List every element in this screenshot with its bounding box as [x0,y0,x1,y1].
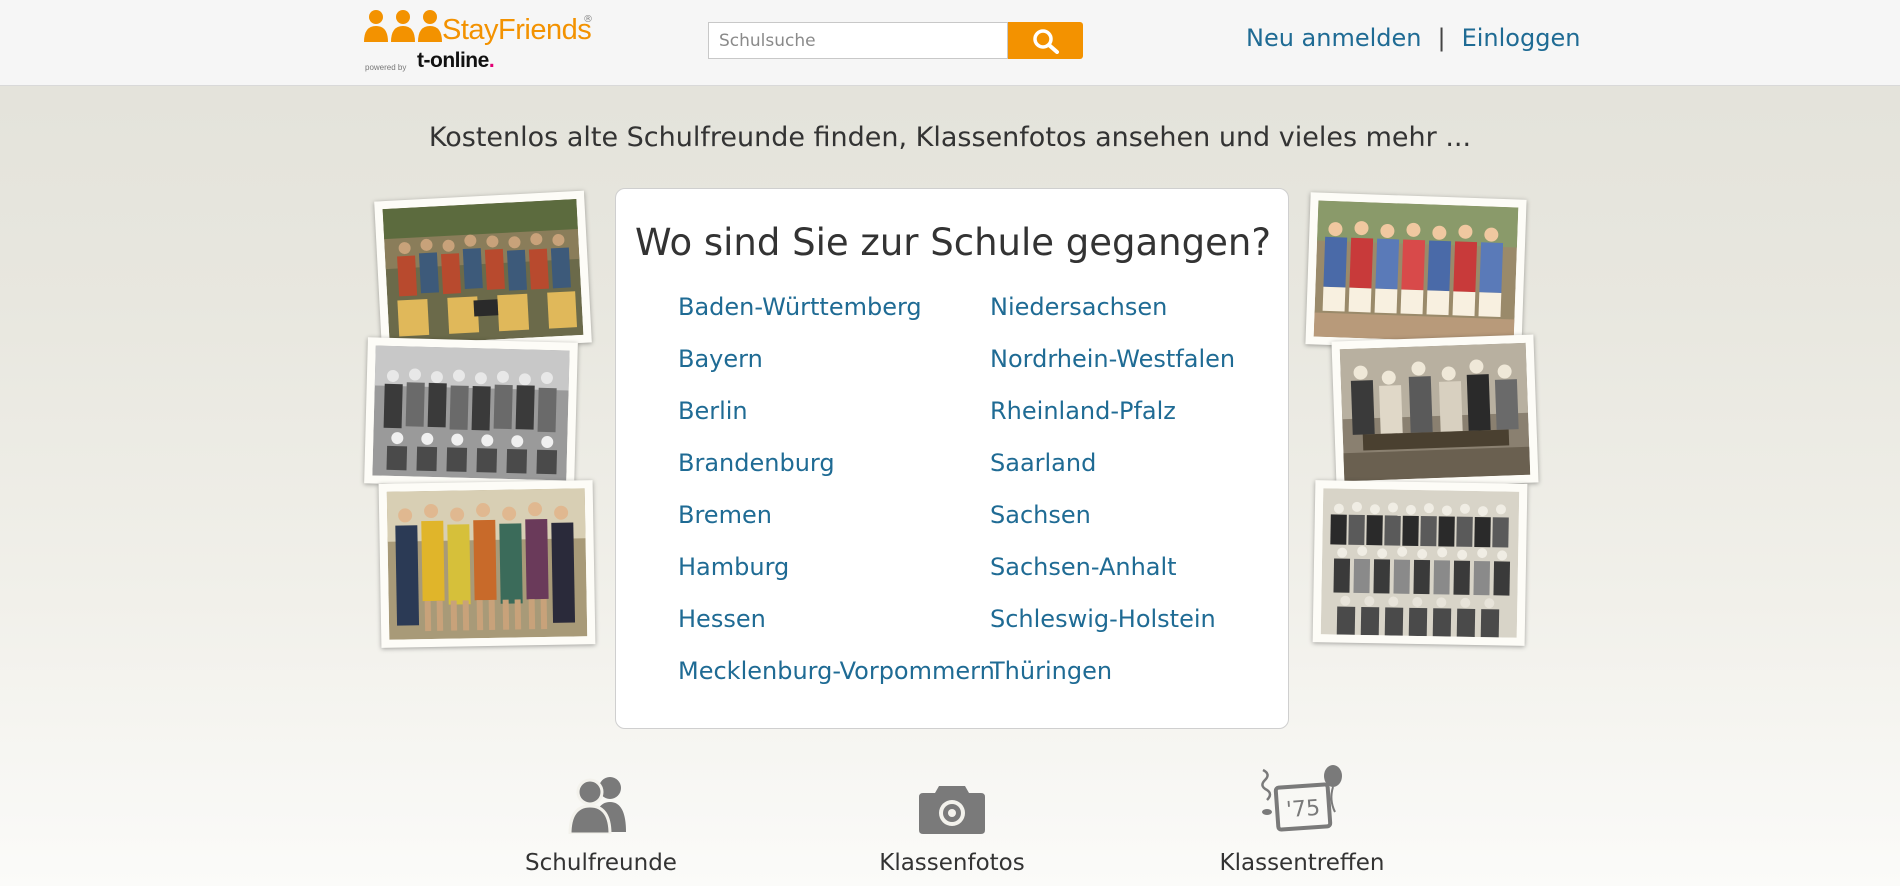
feature-schulfreunde[interactable]: Schulfreunde [481,762,721,876]
logo-brand-text: StayFriends [442,14,592,46]
feature-klassenfotos[interactable]: Klassenfotos [832,762,1072,876]
search-button[interactable] [1008,22,1083,59]
class-photo-left-2 [364,337,578,489]
logo-partner: t-online. [417,49,495,73]
state-link[interactable]: Brandenburg [678,449,995,501]
state-link[interactable]: Sachsen-Anhalt [990,553,1235,605]
state-link[interactable]: Berlin [678,397,995,449]
people-icon [568,777,626,834]
feature-klassentreffen[interactable]: '75 Klassentreffen [1182,762,1422,876]
state-link[interactable]: Nordrhein-Westfalen [990,345,1235,397]
logo-partner-name: t-online [417,49,489,72]
class-photo-right-2 [1331,334,1539,490]
class-photo-right-1 [1305,192,1527,352]
state-link[interactable]: Thüringen [990,657,1235,709]
state-link[interactable]: Saarland [990,449,1235,501]
logo-people-icon [364,10,442,42]
state-link[interactable]: Rheinland-Pfalz [990,397,1235,449]
class-photo-left-1 [374,190,592,354]
svg-text:'75: '75 [1285,796,1321,823]
state-link[interactable]: Hessen [678,605,995,657]
state-link[interactable]: Mecklenburg-Vorpommern [678,657,995,709]
state-link[interactable]: Niedersachsen [990,293,1235,345]
state-link[interactable]: Sachsen [990,501,1235,553]
state-link[interactable]: Hamburg [678,553,995,605]
camera-icon [919,786,985,834]
stayfriends-logo[interactable]: StayFriends ® powered by t-online. [364,8,604,74]
class-photo-right-3 [1312,480,1528,646]
feature-label: Klassentreffen [1219,850,1385,876]
class-photo-left-3 [378,480,596,648]
logo-registered-mark: ® [583,14,593,25]
search-icon [1033,29,1059,54]
site-header: StayFriends ® powered by t-online. Neu a… [0,0,1900,86]
state-link[interactable]: Bremen [678,501,995,553]
logo-powered-by: powered by [365,63,407,72]
state-link[interactable]: Baden-Württemberg [678,293,995,345]
link-separator: | [1437,24,1446,52]
state-list-left: Baden-Württemberg Bayern Berlin Brandenb… [678,293,995,709]
card-title: Wo sind Sie zur Schule gegangen? [635,221,1271,264]
feature-label: Klassenfotos [879,850,1025,876]
login-link[interactable]: Einloggen [1462,24,1581,52]
feature-label: Schulfreunde [525,850,677,876]
logo-partner-dot: . [488,49,495,72]
tagline: Kostenlos alte Schulfreunde finden, Klas… [428,122,1472,153]
reunion-75-icon: '75 [1261,765,1342,832]
school-search-input[interactable] [708,22,1008,59]
state-link[interactable]: Bayern [678,345,995,397]
register-link[interactable]: Neu anmelden [1246,24,1422,52]
account-links: Neu anmelden | Einloggen [1246,24,1580,52]
state-link[interactable]: Schleswig-Holstein [990,605,1235,657]
state-list-right: Niedersachsen Nordrhein-Westfalen Rheinl… [990,293,1235,709]
state-selection-card: Wo sind Sie zur Schule gegangen? Baden-W… [615,188,1289,729]
